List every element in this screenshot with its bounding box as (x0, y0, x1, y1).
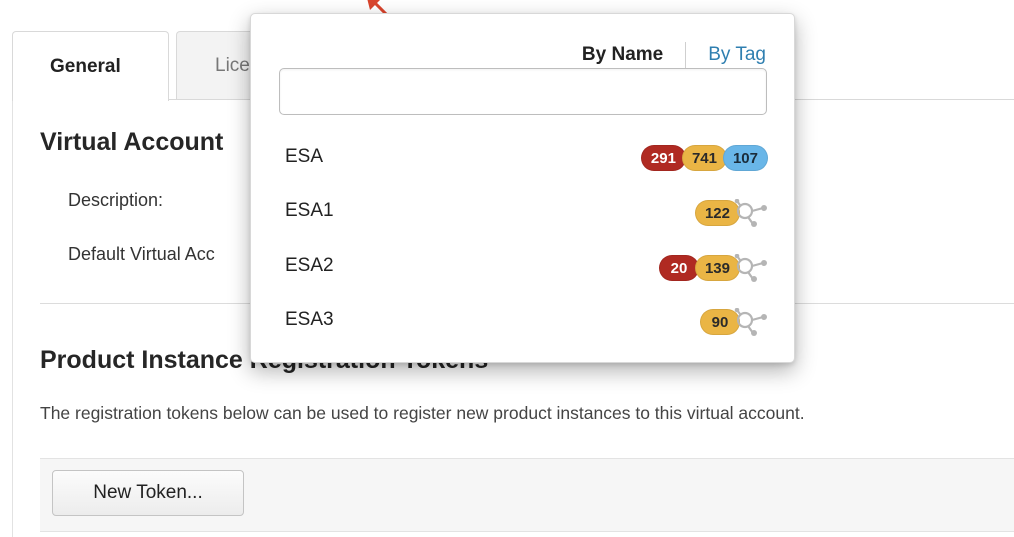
share-nodes-icon (734, 253, 768, 282)
new-token-button[interactable]: New Token... (52, 470, 244, 516)
by-tag-toggle[interactable]: By Tag (686, 44, 766, 66)
description-label: Description: (68, 190, 164, 210)
orange-count-badge: 741 (681, 145, 727, 171)
tab-general[interactable]: General (12, 31, 169, 101)
default-virtual-account-label: Default Virtual Acc (68, 244, 215, 264)
alert-badges: 90 (700, 307, 768, 336)
virtual-account-selector-popover: By Name By Tag ESA 291 741 107 ESA1 122 ESA2 20… (250, 13, 795, 363)
by-name-toggle[interactable]: By Name (582, 44, 685, 66)
account-row[interactable]: ESA 291 741 107 (251, 138, 796, 178)
account-row[interactable]: ESA3 90 (251, 301, 796, 341)
red-count-badge: 20 (658, 255, 699, 281)
tab-general-label: General (50, 55, 121, 77)
share-nodes-icon (734, 198, 768, 227)
virtual-account-title: Virtual Account (40, 128, 224, 156)
share-nodes-icon (734, 307, 768, 336)
account-name: ESA3 (285, 309, 334, 330)
account-row[interactable]: ESA2 20 139 (251, 247, 796, 287)
tab-licenses-label: Lice (215, 54, 250, 76)
sort-toggle: By Name By Tag (582, 42, 766, 68)
account-name: ESA1 (285, 200, 334, 221)
alert-badges: 20 139 (658, 253, 768, 282)
red-count-badge: 291 (640, 145, 686, 171)
blue-count-badge: 107 (722, 145, 768, 171)
content-border (12, 100, 13, 537)
account-search-input[interactable] (279, 68, 767, 115)
account-name: ESA (285, 146, 324, 167)
tokens-description: The registration tokens below can be use… (40, 403, 805, 423)
alert-badges: 122 (694, 198, 768, 227)
alert-badges: 291 741 107 (640, 145, 768, 171)
account-name: ESA2 (285, 255, 334, 276)
account-row[interactable]: ESA1 122 (251, 192, 796, 232)
